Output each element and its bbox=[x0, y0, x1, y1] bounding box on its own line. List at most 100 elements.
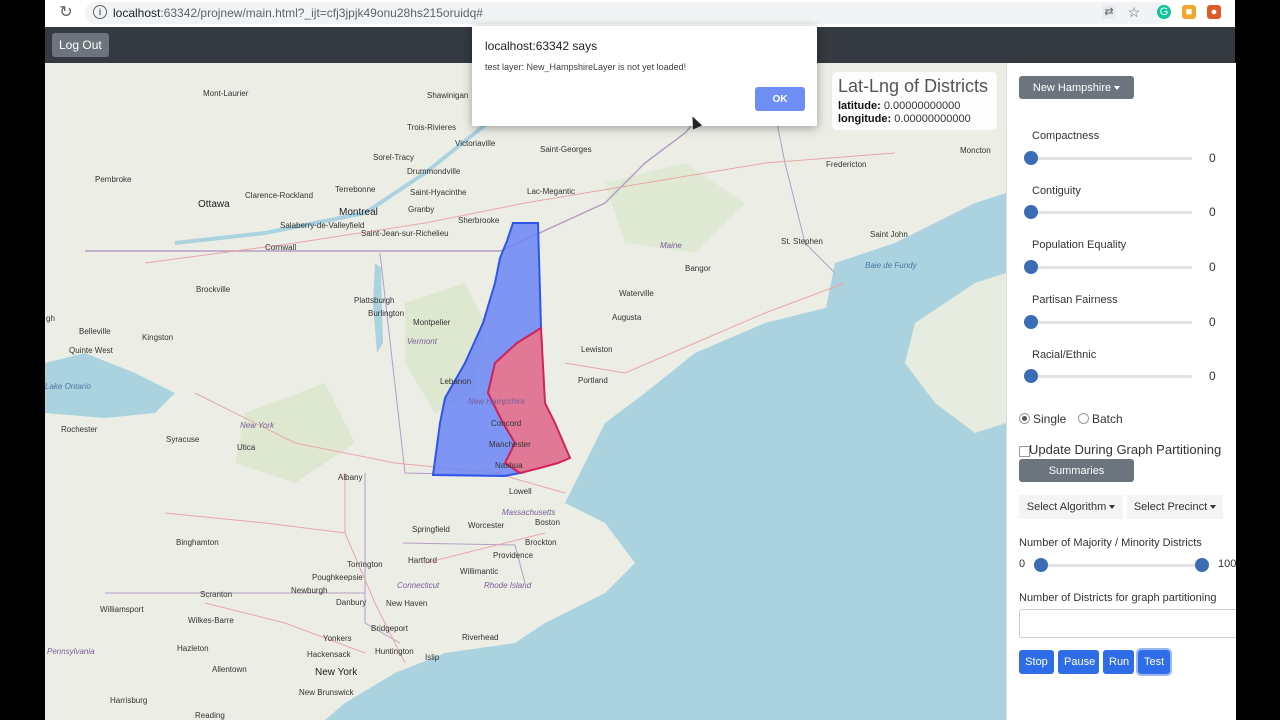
place-label: Hackensack bbox=[307, 650, 351, 659]
place-label: Brockton bbox=[525, 538, 557, 547]
place-label: Scranton bbox=[200, 590, 233, 599]
place-label: Waterville bbox=[619, 289, 654, 298]
place-label: gh bbox=[46, 314, 55, 323]
grammarly-extension-icon[interactable]: G bbox=[1157, 5, 1171, 19]
update-during-partitioning-label: Update During Graph Partitioning bbox=[1029, 442, 1222, 457]
contiguity-slider-handle[interactable] bbox=[1024, 205, 1038, 219]
batch-radio[interactable] bbox=[1078, 413, 1089, 424]
place-label: Shawinigan bbox=[427, 91, 469, 100]
single-radio-label: Single bbox=[1033, 412, 1067, 426]
place-label: Riverhead bbox=[462, 633, 499, 642]
place-label: Providence bbox=[493, 551, 534, 560]
place-label: Manchester bbox=[489, 440, 531, 449]
single-radio[interactable] bbox=[1019, 413, 1030, 424]
place-label: Concord bbox=[491, 419, 522, 428]
region-label: Pennsylvania bbox=[47, 647, 95, 656]
majmin-range-min-handle[interactable] bbox=[1034, 558, 1048, 572]
partisan-fairness-slider-handle[interactable] bbox=[1024, 315, 1038, 329]
caret-down-icon bbox=[1114, 85, 1121, 90]
num-districts-input[interactable] bbox=[1019, 609, 1236, 638]
partisan-fairness-slider-track[interactable] bbox=[1032, 321, 1192, 324]
majmin-range-max-handle[interactable] bbox=[1195, 558, 1209, 572]
select-precinct-dropdown[interactable]: Select Precinct bbox=[1127, 495, 1223, 519]
browser-toolbar: ↻ i localhost:63342/projnew/main.html?_i… bbox=[45, 0, 1235, 28]
racial-ethnic-slider-track[interactable] bbox=[1032, 375, 1192, 378]
extension-icon-2[interactable]: ● bbox=[1207, 5, 1221, 19]
place-label: Sorel-Tracy bbox=[373, 153, 415, 162]
place-label: Albany bbox=[338, 473, 363, 482]
place-label: Allentown bbox=[212, 665, 247, 674]
place-label: Kingston bbox=[142, 333, 174, 342]
ok-button[interactable]: OK bbox=[755, 87, 805, 111]
place-label: Portland bbox=[578, 376, 608, 385]
info-icon[interactable]: i bbox=[93, 5, 107, 19]
right-letterbox bbox=[1235, 0, 1280, 720]
place-label: Montreal bbox=[339, 207, 378, 218]
logout-button[interactable]: Log Out bbox=[52, 33, 109, 57]
select-algorithm-dropdown[interactable]: Select Algorithm bbox=[1019, 495, 1123, 519]
bookmark-star-icon[interactable]: ☆ bbox=[1127, 5, 1141, 19]
place-label: Nashua bbox=[495, 461, 523, 470]
extension-icon[interactable]: ■ bbox=[1182, 5, 1196, 19]
place-label: Huntington bbox=[375, 647, 414, 656]
majmin-max-value: 100 bbox=[1218, 558, 1236, 570]
region-label: Connecticut bbox=[397, 581, 440, 590]
water-label: Baie de Fundy bbox=[865, 261, 917, 270]
run-button[interactable]: Run bbox=[1103, 650, 1134, 674]
contiguity-value: 0 bbox=[1209, 205, 1216, 219]
place-label: Pembroke bbox=[95, 175, 132, 184]
place-label: Lowell bbox=[509, 487, 532, 496]
place-label: Islip bbox=[425, 653, 440, 662]
place-label: Poughkeepsie bbox=[312, 573, 363, 582]
place-label: Salaberry-de-Valleyfield bbox=[280, 221, 365, 230]
test-button[interactable]: Test bbox=[1136, 648, 1172, 676]
place-label: Williamsport bbox=[100, 605, 144, 614]
latlng-info-box: Lat-Lng of Districts latitude: 0.0000000… bbox=[832, 72, 997, 130]
dialog-message: test layer: New_HampshireLayer is not ye… bbox=[485, 62, 687, 72]
place-label: Syracuse bbox=[166, 435, 200, 444]
racial-ethnic-slider-handle[interactable] bbox=[1024, 369, 1038, 383]
region-label: Maine bbox=[660, 241, 682, 250]
majority-minority-label: Number of Majority / Minority Districts bbox=[1019, 537, 1202, 549]
place-label: Torrington bbox=[347, 560, 383, 569]
translate-icon[interactable]: ⇄ bbox=[1102, 5, 1116, 19]
contiguity-slider-track[interactable] bbox=[1032, 211, 1192, 214]
compactness-slider-track[interactable] bbox=[1032, 157, 1192, 160]
caret-down-icon bbox=[1109, 505, 1116, 510]
population-equality-value: 0 bbox=[1209, 260, 1216, 274]
region-label: Vermont bbox=[407, 337, 437, 346]
place-label: Mont-Laurier bbox=[203, 89, 249, 98]
place-label: Belleville bbox=[79, 327, 111, 336]
latitude-row: latitude: 0.00000000000 bbox=[838, 100, 961, 112]
slider-label-compactness: Compactness bbox=[1032, 130, 1100, 142]
dialog-title: localhost:63342 says bbox=[485, 39, 598, 53]
population-equality-slider-track[interactable] bbox=[1032, 266, 1192, 269]
place-label: Cornwall bbox=[265, 243, 297, 252]
population-equality-slider-handle[interactable] bbox=[1024, 260, 1038, 274]
place-label: Yonkers bbox=[323, 634, 352, 643]
url-text: localhost:63342/projnew/main.html?_ijt=c… bbox=[113, 6, 483, 20]
majmin-range-track[interactable] bbox=[1037, 564, 1202, 567]
place-label: St. Stephen bbox=[781, 237, 823, 246]
place-label: New Brunswick bbox=[299, 688, 354, 697]
map-view[interactable]: Mont-Laurier Shawinigan Trois-Rivieres V… bbox=[45, 63, 1006, 720]
pause-button[interactable]: Pause bbox=[1058, 650, 1099, 674]
compactness-slider-handle[interactable] bbox=[1024, 151, 1038, 165]
place-label: Lewiston bbox=[581, 345, 613, 354]
place-label: Saint-Hyacinthe bbox=[410, 188, 467, 197]
racial-ethnic-value: 0 bbox=[1209, 369, 1216, 383]
stop-button[interactable]: Stop bbox=[1019, 650, 1054, 674]
place-label: Reading bbox=[195, 711, 225, 720]
summaries-button[interactable]: Summaries bbox=[1019, 459, 1134, 482]
address-bar[interactable]: i localhost:63342/projnew/main.html?_ijt… bbox=[85, 2, 1170, 24]
place-label: Terrebonne bbox=[335, 185, 376, 194]
caret-down-icon bbox=[1210, 505, 1217, 510]
state-dropdown[interactable]: New Hampshire bbox=[1019, 76, 1134, 99]
left-letterbox bbox=[0, 0, 45, 720]
place-label: Brockville bbox=[196, 285, 231, 294]
slider-label-population-equality: Population Equality bbox=[1032, 239, 1127, 251]
latlng-title: Lat-Lng of Districts bbox=[838, 76, 989, 96]
reload-icon[interactable]: ↻ bbox=[57, 4, 75, 22]
compactness-value: 0 bbox=[1209, 151, 1216, 165]
place-label: Lebanon bbox=[440, 377, 472, 386]
